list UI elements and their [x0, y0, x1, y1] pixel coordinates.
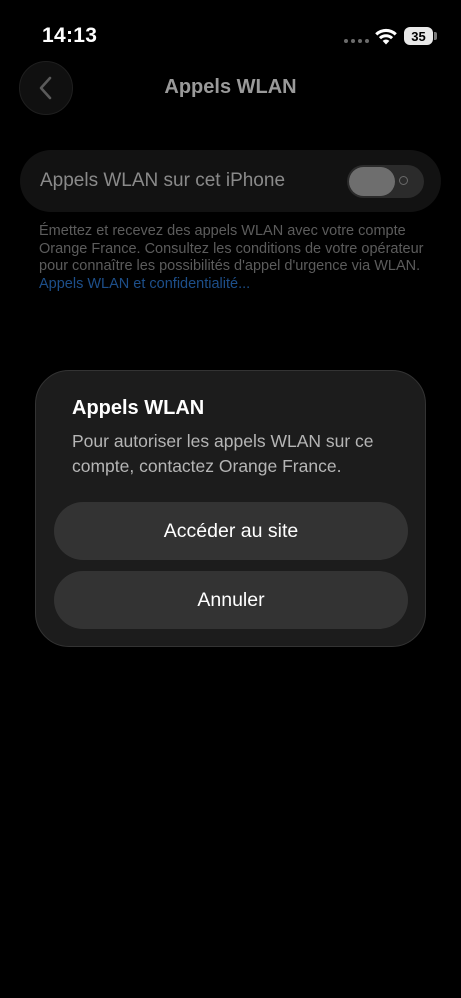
- toggle-off-indicator-icon: [399, 176, 408, 185]
- privacy-link[interactable]: Appels WLAN et confidentialité...: [39, 276, 250, 292]
- alert-dialog: Appels WLAN Pour autoriser les appels WL…: [35, 370, 426, 647]
- setting-label: Appels WLAN sur cet iPhone: [40, 170, 286, 191]
- footer-description: Émettez et recevez des appels WLAN avec …: [39, 223, 429, 293]
- toggle-knob: [349, 167, 395, 196]
- footer-text: Émettez et recevez des appels WLAN avec …: [39, 223, 424, 275]
- alert-message: Pour autoriser les appels WLAN sur ce co…: [72, 431, 374, 476]
- page-title: Appels WLAN: [164, 76, 297, 98]
- alert-title: Appels WLAN: [72, 397, 205, 419]
- cancel-button[interactable]: Annuler: [54, 571, 408, 629]
- wifi-calling-setting-row[interactable]: Appels WLAN sur cet iPhone: [20, 150, 441, 212]
- wifi-calling-toggle[interactable]: [347, 165, 424, 198]
- go-to-site-button[interactable]: Accéder au site: [54, 502, 408, 560]
